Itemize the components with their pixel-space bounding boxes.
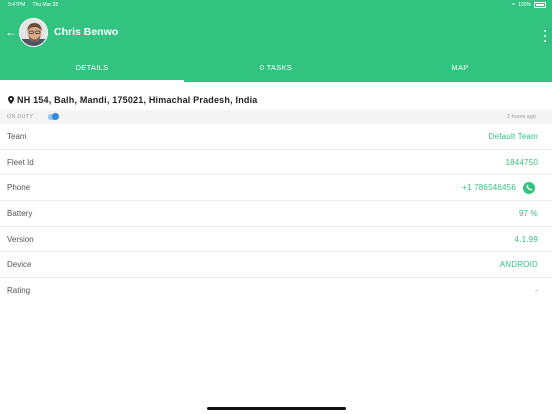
phone-number-link[interactable]: +1 786546456 xyxy=(462,183,516,192)
location-pin-icon xyxy=(8,96,14,104)
call-phone-icon[interactable] xyxy=(523,181,535,194)
driver-name: Chris Benwo xyxy=(54,26,119,38)
battery-percentage: 100% xyxy=(518,2,531,8)
address-text: NH 154, Balh, Mandi, 175021, Himachal Pr… xyxy=(17,95,258,105)
duty-label: ON DUTY xyxy=(7,114,34,120)
detail-row-rating: Rating - xyxy=(0,278,552,304)
detail-value: - xyxy=(535,286,538,296)
driver-avatar[interactable] xyxy=(19,18,48,47)
detail-value: 1844750 xyxy=(505,157,538,167)
status-time: 9:47PM xyxy=(8,2,26,8)
duty-toggle[interactable] xyxy=(48,113,59,120)
detail-label: Rating xyxy=(7,286,31,296)
tab-details[interactable]: DETAILS xyxy=(0,56,184,82)
detail-row-fleet-id: Fleet Id 1844750 xyxy=(0,150,552,176)
status-date: Thu Mar 28 xyxy=(32,2,59,8)
tab-map[interactable]: MAP xyxy=(368,56,552,82)
detail-value: Default Team xyxy=(488,132,538,141)
detail-row-battery: Battery 97 % xyxy=(0,201,552,227)
detail-label: Battery xyxy=(7,209,33,219)
status-bar: 9:47PM Thu Mar 28 ≈ 100% xyxy=(0,0,552,10)
detail-row-phone: Phone +1 786546456 xyxy=(0,175,552,202)
detail-value: ANDROID xyxy=(499,260,538,270)
duty-status-bar: ON DUTY 2 hours ago xyxy=(0,110,552,124)
detail-value: 97 % xyxy=(518,209,538,219)
last-updated: 2 hours ago xyxy=(506,114,536,120)
detail-label: Version xyxy=(7,234,34,244)
detail-label: Device xyxy=(7,260,32,270)
address-row: NH 154, Balh, Mandi, 175021, Himachal Pr… xyxy=(8,95,258,105)
detail-row-device: Device ANDROID xyxy=(0,252,552,279)
back-arrow-icon[interactable]: ← xyxy=(4,25,18,39)
battery-icon xyxy=(534,2,546,8)
detail-list: Team Default Team Fleet Id 1844750 Phone… xyxy=(0,124,552,304)
app-header: 9:47PM Thu Mar 28 ≈ 100% ← Chris Benwo D… xyxy=(0,0,552,82)
avatar-icon xyxy=(20,19,47,46)
detail-value: 4.1.99 xyxy=(514,234,538,244)
more-options-icon[interactable] xyxy=(542,30,548,42)
detail-row-team: Team Default Team xyxy=(0,124,552,150)
detail-label: Fleet Id xyxy=(7,157,34,167)
wifi-icon: ≈ xyxy=(511,2,516,8)
tab-bar: DETAILS 0 TASKS MAP xyxy=(0,56,552,82)
detail-label: Team xyxy=(7,132,27,141)
detail-row-version: Version 4.1.99 xyxy=(0,227,552,253)
home-indicator[interactable] xyxy=(207,407,346,410)
tab-tasks[interactable]: 0 TASKS xyxy=(184,56,368,82)
detail-label: Phone xyxy=(7,183,31,193)
